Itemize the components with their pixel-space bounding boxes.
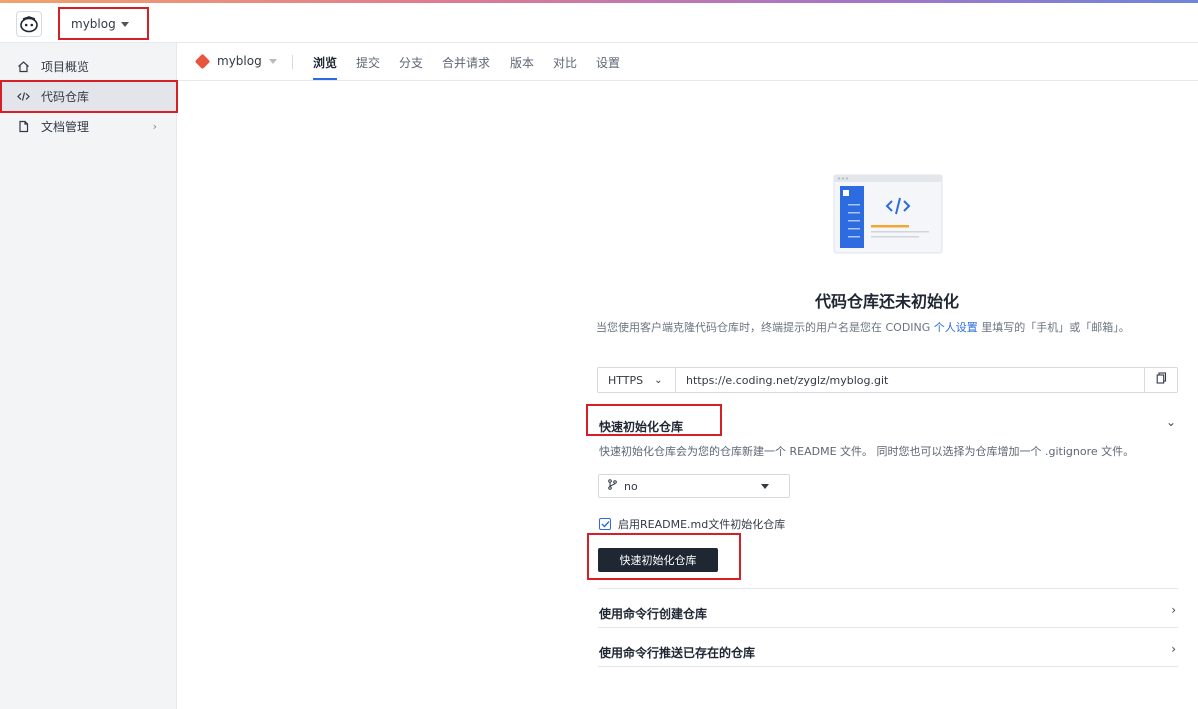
- protocol-value: HTTPS: [608, 373, 644, 387]
- repo-switcher[interactable]: myblog: [194, 53, 277, 69]
- repo-name-label: myblog: [217, 54, 262, 68]
- caret-down-icon: [268, 58, 277, 64]
- chevron-down-icon: ⌄: [654, 374, 663, 386]
- project-switcher-label: myblog: [71, 17, 116, 31]
- copy-icon: [1156, 372, 1167, 388]
- divider: [598, 627, 1178, 628]
- tab-merge-requests[interactable]: 合并请求: [442, 54, 490, 71]
- caret-down-icon: [761, 484, 769, 489]
- quick-init-heading[interactable]: 快速初始化仓库: [599, 418, 683, 435]
- chevron-right-icon[interactable]: ›: [1171, 603, 1176, 617]
- clone-url-input[interactable]: https://e.coding.net/zyglz/myblog.git: [676, 368, 1144, 392]
- sidebar-item-label: 文档管理: [41, 119, 90, 134]
- tab-commits[interactable]: 提交: [356, 54, 380, 71]
- tab-releases[interactable]: 版本: [510, 54, 534, 71]
- branch-icon: [608, 479, 617, 493]
- subtitle-text: 里填写的「手机」或「邮箱」。: [977, 321, 1130, 334]
- home-icon: [16, 59, 30, 73]
- protocol-select[interactable]: HTTPS ⌄: [598, 368, 676, 392]
- cli-create-heading[interactable]: 使用命令行创建仓库: [599, 605, 707, 622]
- sidebar-item-code-repo[interactable]: 代码仓库: [0, 81, 177, 111]
- subtitle-text: 当您使用客户端克隆代码仓库时，终端提示的用户名是您在 CODING: [596, 321, 934, 334]
- tab-settings[interactable]: 设置: [596, 54, 620, 71]
- readme-checkbox[interactable]: [599, 518, 611, 530]
- readme-checkbox-label: 启用README.md文件初始化仓库: [618, 518, 786, 531]
- logo-icon[interactable]: [16, 11, 42, 37]
- tab-browse[interactable]: 浏览: [313, 54, 337, 71]
- top-bar: myblog: [0, 3, 1198, 43]
- project-switcher[interactable]: myblog: [58, 9, 148, 39]
- readme-checkbox-row[interactable]: 启用README.md文件初始化仓库: [599, 516, 785, 532]
- sidebar-item-docs[interactable]: 文档管理 ›: [0, 111, 177, 141]
- quick-init-button[interactable]: 快速初始化仓库: [598, 548, 718, 572]
- empty-state-title: 代码仓库还未初始化: [814, 292, 959, 311]
- empty-repo-illustration: [833, 174, 943, 254]
- tab-branches[interactable]: 分支: [399, 54, 423, 71]
- sidebar-item-label: 代码仓库: [41, 89, 90, 104]
- git-icon: [194, 53, 211, 69]
- empty-state-subtitle: 当您使用客户端克隆代码仓库时，终端提示的用户名是您在 CODING 个人设置 里…: [596, 319, 1186, 335]
- active-tab-indicator: [313, 78, 337, 80]
- sidebar-item-label: 项目概览: [41, 59, 90, 74]
- clone-url-row: HTTPS ⌄ https://e.coding.net/zyglz/myblo…: [597, 367, 1178, 393]
- document-icon: [16, 119, 30, 133]
- divider: [598, 588, 1178, 589]
- divider: [292, 55, 293, 69]
- chevron-right-icon: ›: [152, 120, 157, 133]
- sidebar-item-overview[interactable]: 项目概览: [0, 51, 177, 81]
- sidebar: 项目概览 代码仓库 文档管理 ›: [0, 43, 177, 709]
- repo-subnav: myblog 浏览 提交 分支 合并请求 版本 对比 设置: [178, 43, 1198, 81]
- gitignore-value: no: [624, 479, 638, 493]
- code-icon: [16, 89, 30, 103]
- chevron-up-icon[interactable]: ⌄: [1166, 415, 1176, 429]
- tab-compare[interactable]: 对比: [553, 54, 577, 71]
- gitignore-select[interactable]: no: [598, 474, 790, 498]
- copy-button[interactable]: [1144, 368, 1177, 392]
- quick-init-description: 快速初始化仓库会为您的仓库新建一个 README 文件。 同时您也可以选择为仓库…: [599, 445, 1135, 458]
- personal-settings-link[interactable]: 个人设置: [934, 321, 978, 334]
- chevron-right-icon[interactable]: ›: [1171, 642, 1176, 656]
- caret-down-icon: [120, 21, 129, 27]
- divider: [598, 666, 1178, 667]
- cli-push-heading[interactable]: 使用命令行推送已存在的仓库: [599, 644, 755, 661]
